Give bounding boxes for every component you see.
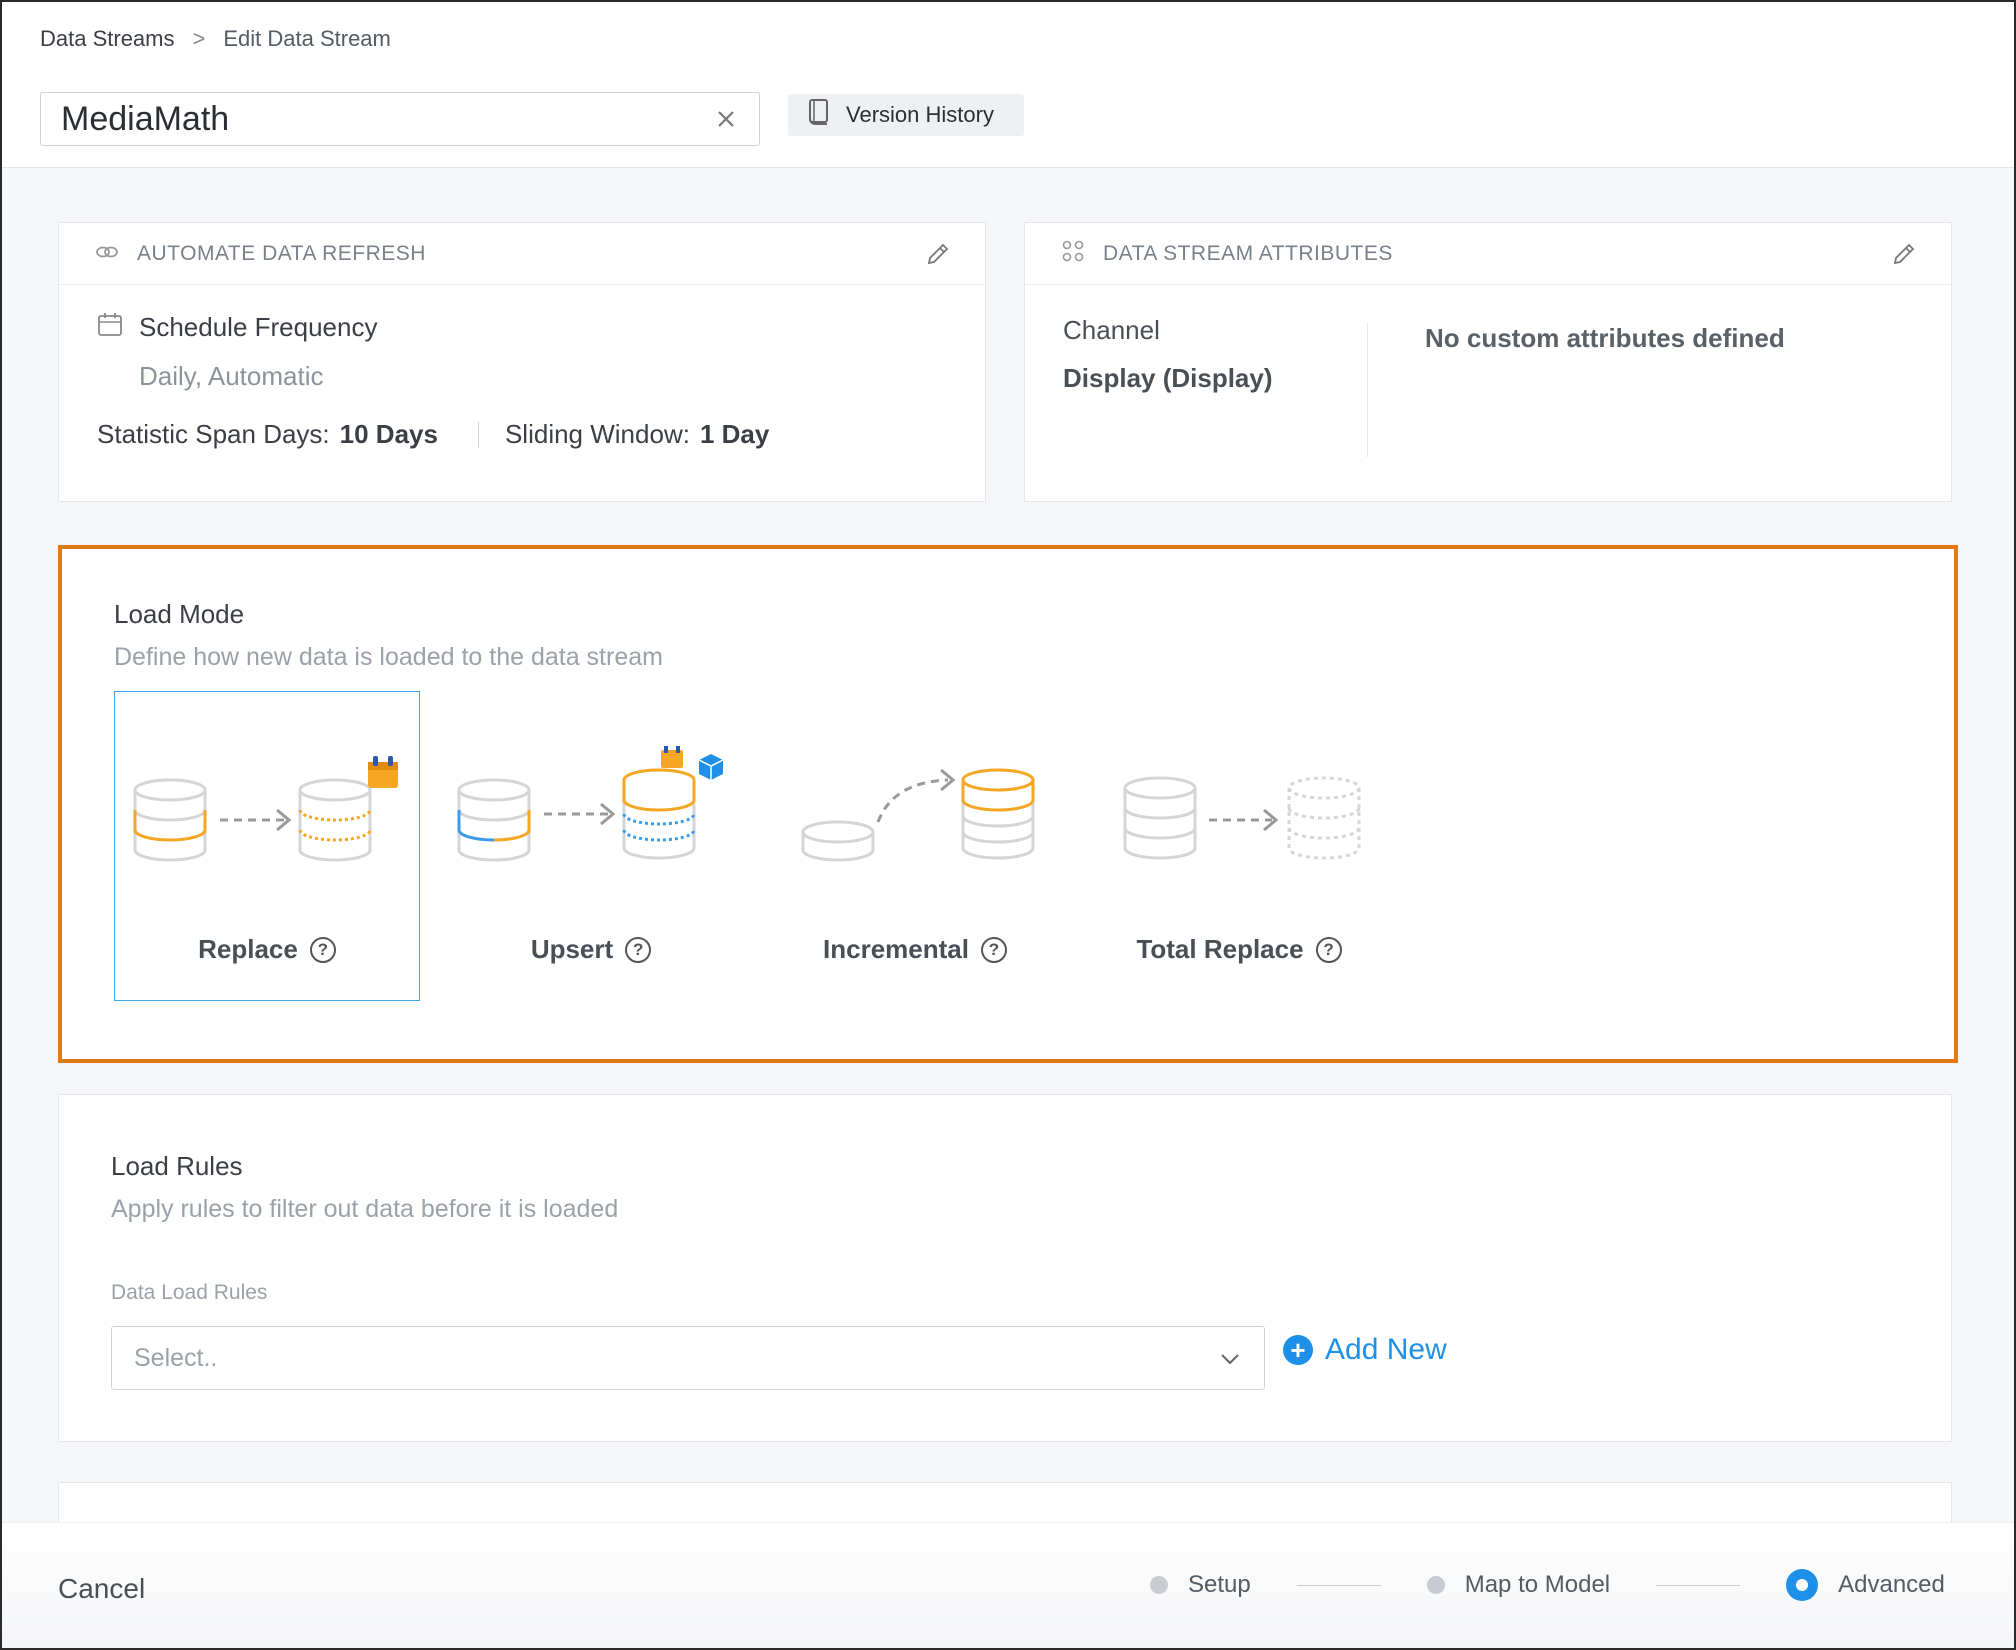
breadcrumb: Data Streams > Edit Data Stream	[40, 24, 391, 54]
wizard-footer: Cancel Setup Map to Model Advanced	[2, 1522, 2014, 1648]
load-mode-total-replace-label: Total Replace ?	[1087, 934, 1391, 965]
custom-attributes-message: No custom attributes defined	[1425, 323, 1785, 353]
help-icon[interactable]: ?	[625, 936, 652, 963]
breadcrumb-separator-icon: >	[192, 26, 206, 51]
clear-icon[interactable]	[713, 106, 739, 132]
load-mode-total-replace[interactable]: Total Replace ?	[1086, 691, 1392, 1001]
step-setup[interactable]: Setup	[1150, 1571, 1251, 1599]
version-history-label: Version History	[846, 102, 994, 127]
incremental-illustration-icon	[801, 768, 1035, 862]
load-mode-incremental[interactable]: Incremental ?	[762, 691, 1068, 1001]
add-new-button[interactable]: + Add New	[1283, 1333, 1447, 1367]
mode-label-text: Incremental	[823, 934, 969, 964]
help-icon[interactable]: ?	[309, 936, 336, 963]
step-label: Map to Model	[1464, 1571, 1611, 1598]
divider	[1367, 323, 1368, 457]
data-stream-attributes-card: DATA STREAM ATTRIBUTES Channel Display (…	[1024, 222, 1952, 502]
stream-name-input[interactable]	[61, 99, 713, 139]
app-frame: Data Streams > Edit Data Stream Version …	[0, 0, 2016, 1650]
wizard-steps: Setup Map to Model Advanced	[1150, 1569, 1945, 1601]
card-title: AUTOMATE DATA REFRESH	[137, 241, 426, 265]
divider	[477, 421, 479, 448]
schedule-frequency-row: Schedule Frequency	[97, 311, 377, 344]
statistic-span-label: Statistic Span Days:	[97, 419, 330, 449]
replace-illustration-icon	[133, 756, 398, 862]
load-mode-replace[interactable]: Replace ?	[114, 691, 420, 1001]
schedule-frequency-label: Schedule Frequency	[139, 312, 378, 342]
cancel-button[interactable]: Cancel	[58, 1573, 145, 1605]
span-window-row: Statistic Span Days: 10 Days Sliding Win…	[97, 419, 769, 450]
step-label: Advanced	[1838, 1571, 1945, 1598]
version-history-button[interactable]: Version History	[788, 94, 1024, 136]
card-title: DATA STREAM ATTRIBUTES	[1103, 241, 1393, 265]
step-advanced[interactable]: Advanced	[1786, 1569, 1945, 1601]
breadcrumb-data-streams[interactable]: Data Streams	[40, 26, 175, 52]
load-mode-upsert[interactable]: Upsert ?	[438, 691, 744, 1001]
automate-data-refresh-card: AUTOMATE DATA REFRESH Schedule Frequency…	[58, 222, 986, 502]
step-label: Setup	[1188, 1571, 1251, 1598]
book-icon	[806, 98, 832, 132]
load-mode-section: Load Mode Define how new data is loaded …	[58, 545, 1958, 1063]
chevron-down-icon	[1218, 1347, 1242, 1378]
step-connector	[1296, 1584, 1381, 1586]
load-mode-subtitle: Define how new data is loaded to the dat…	[114, 643, 663, 671]
mode-label-text: Total Replace	[1136, 934, 1304, 964]
step-indicator-active-icon	[1786, 1569, 1819, 1601]
step-indicator-icon	[1426, 1576, 1445, 1594]
load-rules-subtitle: Apply rules to filter out data before it…	[111, 1195, 619, 1223]
card-header: DATA STREAM ATTRIBUTES	[1025, 223, 1951, 285]
load-rules-section: Load Rules Apply rules to filter out dat…	[58, 1094, 1952, 1442]
mode-label-text: Replace	[198, 934, 298, 964]
channel-label: Channel	[1063, 315, 1160, 345]
plus-icon: +	[1283, 1335, 1313, 1365]
step-indicator-icon	[1150, 1576, 1168, 1594]
load-mode-title: Load Mode	[114, 599, 245, 629]
attributes-icon	[1061, 239, 1085, 269]
card-header: AUTOMATE DATA REFRESH	[59, 223, 985, 285]
pencil-icon[interactable]	[925, 241, 951, 273]
step-map-to-model[interactable]: Map to Model	[1426, 1571, 1611, 1599]
pencil-icon[interactable]	[1891, 241, 1917, 273]
breadcrumb-current: Edit Data Stream	[223, 26, 391, 51]
step-connector	[1656, 1584, 1741, 1586]
load-mode-upsert-label: Upsert ?	[439, 934, 743, 965]
total-replace-illustration-icon	[1123, 776, 1361, 860]
load-rules-title: Load Rules	[111, 1151, 243, 1181]
data-load-rules-label: Data Load Rules	[111, 1281, 268, 1304]
schedule-frequency-value: Daily, Automatic	[139, 361, 324, 391]
help-icon[interactable]: ?	[980, 936, 1007, 963]
data-load-rules-select[interactable]: Select..	[111, 1326, 1265, 1390]
load-mode-incremental-label: Incremental ?	[763, 934, 1067, 965]
channel-value: Display (Display)	[1063, 363, 1273, 393]
page-header: Data Streams > Edit Data Stream Version …	[2, 2, 2014, 168]
load-mode-replace-label: Replace ?	[115, 934, 419, 965]
statistic-span-value: 10 Days	[339, 419, 438, 449]
stream-name-field[interactable]	[40, 92, 760, 146]
upsert-illustration-icon	[457, 746, 724, 862]
sliding-window-label: Sliding Window:	[504, 419, 690, 449]
help-icon[interactable]: ?	[1315, 936, 1342, 963]
sliding-window-value: 1 Day	[699, 419, 770, 449]
mode-label-text: Upsert	[530, 934, 614, 964]
calendar-icon	[97, 311, 123, 344]
link-icon	[95, 242, 119, 266]
select-placeholder: Select..	[134, 1343, 218, 1372]
add-new-label: Add New	[1325, 1333, 1447, 1366]
